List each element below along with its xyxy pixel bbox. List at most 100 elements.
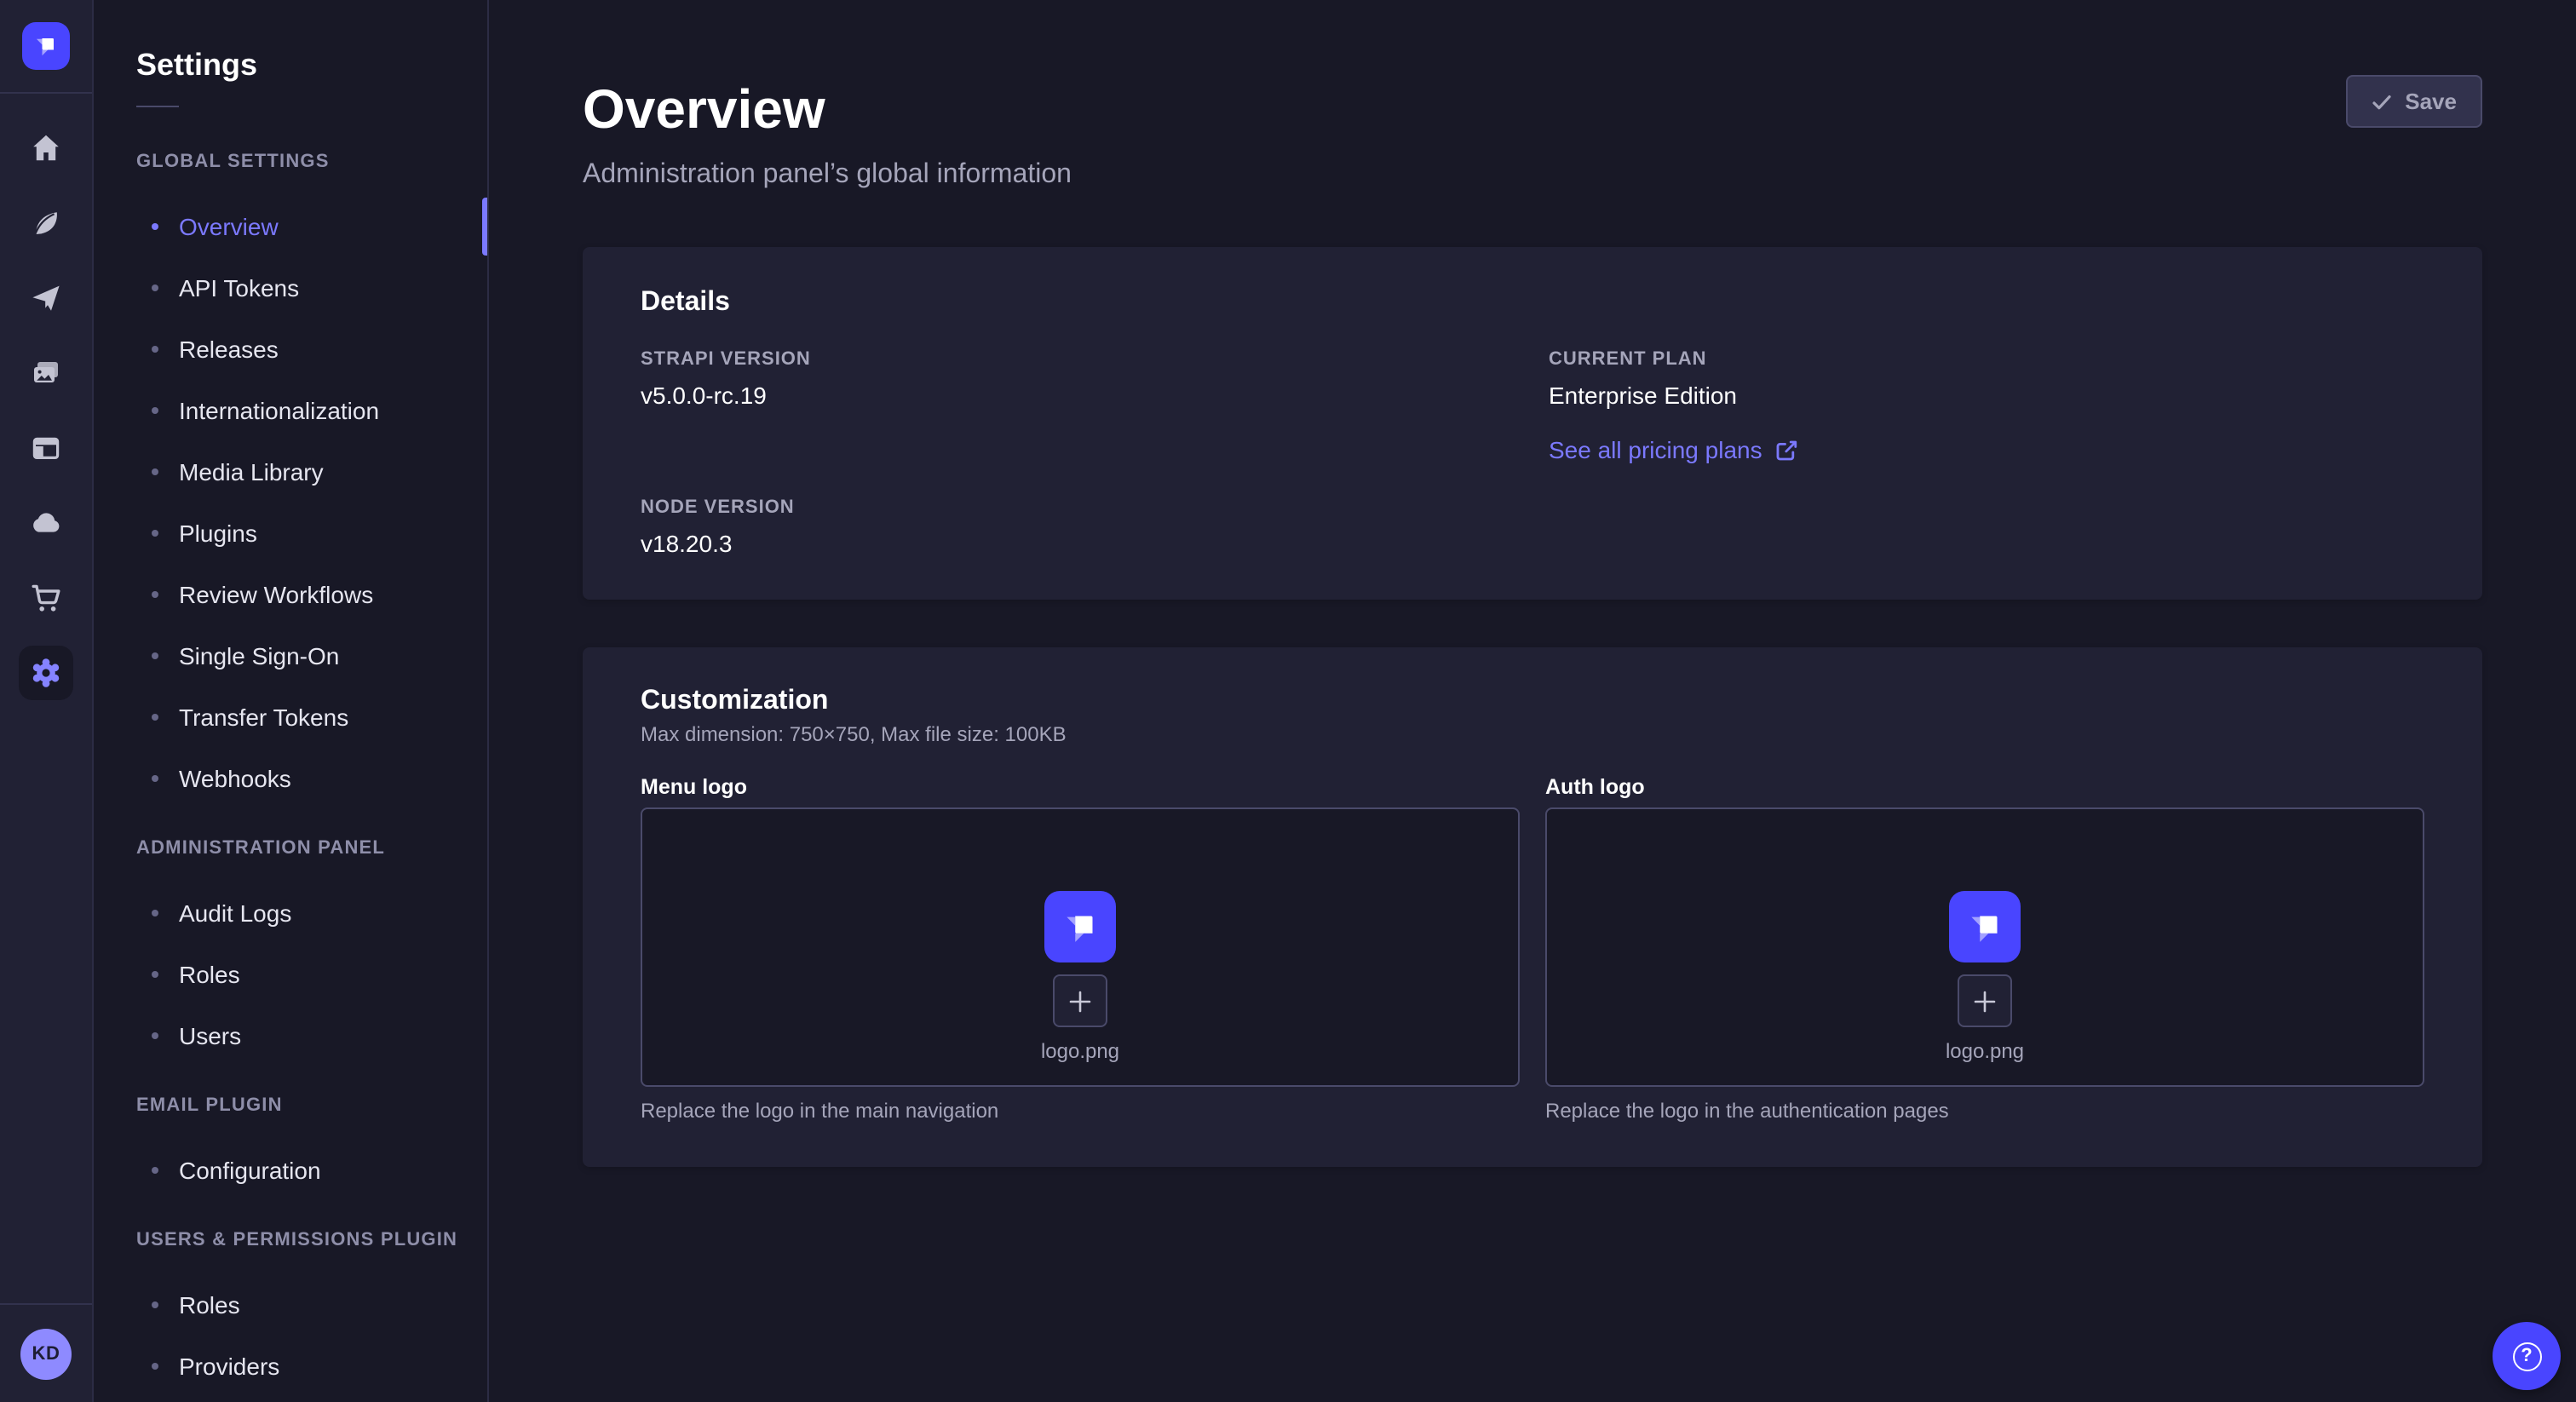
details-left-column: STRAPI VERSION v5.0.0-rc.19 NODE VERSION…	[641, 349, 1549, 560]
strapi-version-value: v5.0.0-rc.19	[641, 378, 1549, 412]
rail-footer: KD	[0, 1303, 92, 1402]
content-type-builder-nav-button[interactable]	[0, 411, 92, 486]
global-settings-list: Overview API Tokens Releases Internation…	[94, 196, 487, 809]
auth-logo-upload-box[interactable]: logo.png	[1545, 807, 2424, 1087]
sidebar-item-plugins[interactable]: Plugins	[94, 503, 487, 564]
customization-card: Customization Max dimension: 750×750, Ma…	[583, 647, 2482, 1167]
cart-icon	[29, 581, 63, 615]
pricing-plans-link-label: See all pricing plans	[1549, 433, 1762, 467]
sidebar-item-label: Webhooks	[179, 765, 291, 792]
rail-spacer	[0, 710, 92, 1303]
auth-logo-filename: logo.png	[1946, 1037, 2024, 1065]
icon-rail: KD	[0, 0, 94, 1402]
strapi-admin-app: KD Settings GLOBAL SETTINGS Overview API…	[0, 0, 2576, 1402]
sidebar-item-up-roles[interactable]: Roles	[94, 1274, 487, 1336]
menu-logo-upload-box[interactable]: logo.png	[641, 807, 1520, 1087]
sidebar-item-label: Releases	[179, 336, 279, 363]
sidebar-item-api-tokens[interactable]: API Tokens	[94, 257, 487, 319]
deploy-nav-button[interactable]	[0, 486, 92, 560]
sidebar-item-label: Roles	[179, 1291, 240, 1319]
images-icon	[29, 356, 63, 390]
pricing-plans-link[interactable]: See all pricing plans	[1549, 433, 1798, 467]
marketplace-nav-button[interactable]	[0, 560, 92, 635]
main-content: Overview Administration panel’s global i…	[489, 0, 2576, 1402]
settings-nav-button-active[interactable]	[0, 635, 92, 710]
sidebar-item-media-library[interactable]: Media Library	[94, 441, 487, 503]
administration-panel-list: Audit Logs Roles Users	[94, 882, 487, 1066]
bullet-icon	[152, 714, 158, 721]
strapi-logo-glyph	[1057, 904, 1103, 950]
sidebar-item-admin-users[interactable]: Users	[94, 1005, 487, 1066]
sidebar-item-label: Users	[179, 1022, 241, 1049]
details-grid: STRAPI VERSION v5.0.0-rc.19 NODE VERSION…	[641, 349, 2424, 560]
bullet-icon	[152, 530, 158, 537]
sidebar-item-webhooks[interactable]: Webhooks	[94, 748, 487, 809]
question-mark-icon: ?	[2512, 1342, 2541, 1370]
menu-logo-column: Menu logo	[641, 773, 1520, 1124]
check-icon	[2371, 91, 2391, 112]
bullet-icon	[152, 1301, 158, 1308]
settings-active-pill	[19, 646, 73, 700]
media-library-nav-button[interactable]	[0, 336, 92, 411]
details-right-column: CURRENT PLAN Enterprise Edition See all …	[1549, 349, 2424, 560]
menu-logo-preview	[1044, 891, 1116, 962]
section-label-global-settings: GLOBAL SETTINGS	[136, 152, 487, 172]
current-plan-value: Enterprise Edition	[1549, 378, 2424, 412]
email-plugin-list: Configuration	[94, 1140, 487, 1201]
sidebar-item-label: Media Library	[179, 458, 324, 486]
strapi-version-label: STRAPI VERSION	[641, 349, 1549, 371]
save-button[interactable]: Save	[2345, 75, 2482, 128]
sidebar-item-internationalization[interactable]: Internationalization	[94, 380, 487, 441]
sidebar-item-up-providers[interactable]: Providers	[94, 1336, 487, 1397]
menu-logo-add-button[interactable]	[1053, 974, 1107, 1027]
help-button[interactable]: ?	[2493, 1322, 2561, 1390]
sidebar-item-label: Single Sign-On	[179, 642, 339, 669]
current-plan-field: CURRENT PLAN Enterprise Edition	[1549, 349, 2424, 412]
section-label-users-permissions-plugin: USERS & PERMISSIONS PLUGIN	[136, 1230, 487, 1250]
auth-logo-add-button[interactable]	[1958, 974, 2012, 1027]
strapi-logo[interactable]	[22, 22, 70, 70]
settings-subnav: Settings GLOBAL SETTINGS Overview API To…	[94, 0, 489, 1402]
menu-logo-hint: Replace the logo in the main navigation	[641, 1097, 1520, 1124]
sidebar-item-review-workflows[interactable]: Review Workflows	[94, 564, 487, 625]
sidebar-item-overview[interactable]: Overview	[94, 196, 487, 257]
strapi-version-field: STRAPI VERSION v5.0.0-rc.19	[641, 349, 1549, 412]
strapi-logo-glyph	[31, 31, 61, 61]
menu-logo-filename: logo.png	[1041, 1037, 1119, 1065]
sidebar-item-label: Internationalization	[179, 397, 379, 424]
bullet-icon	[152, 223, 158, 230]
sidebar-item-email-configuration[interactable]: Configuration	[94, 1140, 487, 1201]
home-nav-button[interactable]	[0, 111, 92, 186]
page-title: Overview	[583, 75, 1072, 143]
bullet-icon	[152, 1167, 158, 1174]
sidebar-item-transfer-tokens[interactable]: Transfer Tokens	[94, 687, 487, 748]
sidebar-item-label: Roles	[179, 961, 240, 988]
users-permissions-list: Roles Providers	[94, 1274, 487, 1397]
sidebar-item-label: Overview	[179, 213, 279, 240]
sidebar-item-label: Plugins	[179, 520, 257, 547]
sidebar-item-label: Transfer Tokens	[179, 704, 348, 731]
sidebar-item-releases[interactable]: Releases	[94, 319, 487, 380]
current-plan-label: CURRENT PLAN	[1549, 349, 2424, 371]
auth-logo-preview	[1949, 891, 2021, 962]
menu-logo-label: Menu logo	[641, 773, 1520, 801]
save-button-label: Save	[2405, 89, 2457, 114]
active-item-indicator	[482, 198, 487, 256]
user-avatar[interactable]: KD	[20, 1328, 72, 1379]
section-label-email-plugin: EMAIL PLUGIN	[136, 1095, 487, 1116]
layout-icon	[29, 431, 63, 465]
sidebar-item-single-sign-on[interactable]: Single Sign-On	[94, 625, 487, 687]
logo-upload-row: Menu logo	[641, 773, 2424, 1124]
sidebar-item-audit-logs[interactable]: Audit Logs	[94, 882, 487, 944]
sidebar-item-label: Providers	[179, 1353, 279, 1380]
page-header: Overview Administration panel’s global i…	[583, 75, 2482, 194]
content-manager-nav-button[interactable]	[0, 186, 92, 261]
sidebar-item-label: Review Workflows	[179, 581, 373, 608]
releases-nav-button[interactable]	[0, 261, 92, 336]
bullet-icon	[152, 971, 158, 978]
node-version-label: NODE VERSION	[641, 497, 1549, 520]
auth-logo-label: Auth logo	[1545, 773, 2424, 801]
sidebar-item-admin-roles[interactable]: Roles	[94, 944, 487, 1005]
bullet-icon	[152, 910, 158, 916]
rail-nav	[0, 94, 92, 710]
